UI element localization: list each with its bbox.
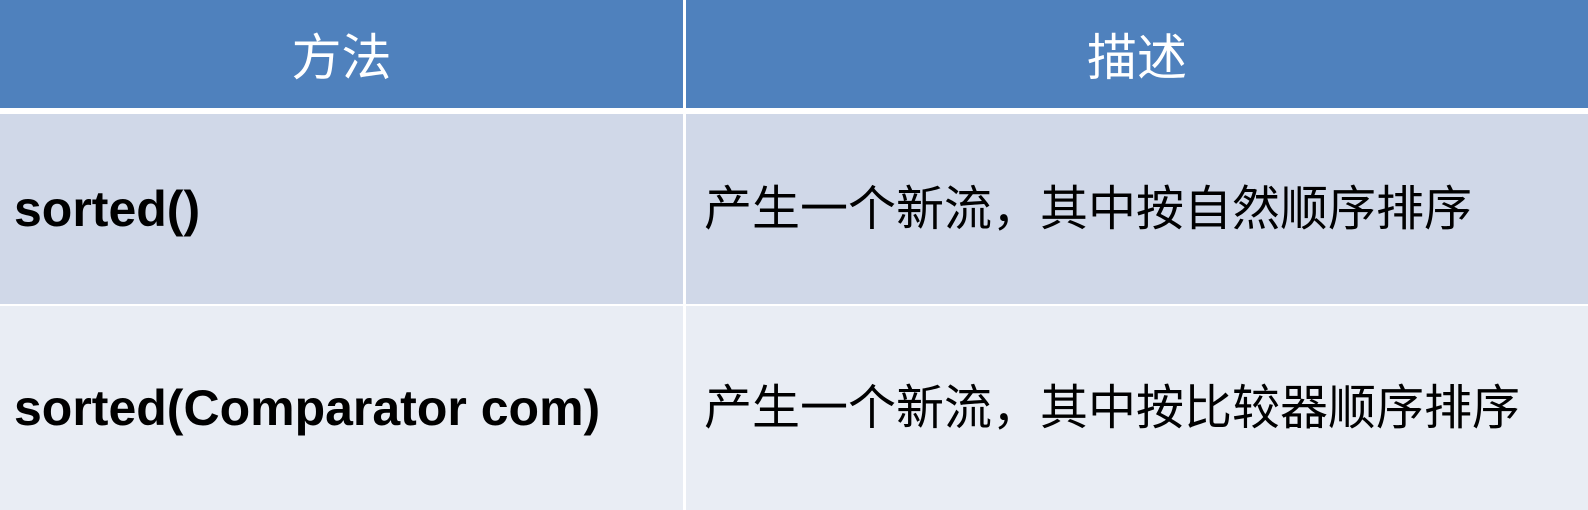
header-description-label: 描述: [1087, 29, 1187, 87]
description-cell: 产生一个新流，其中按自然顺序排序: [704, 181, 1473, 237]
method-cell: sorted(): [14, 181, 201, 237]
header-description: 描述: [686, 0, 1588, 108]
methods-table: 方法 描述 sorted() 产生一个新流，其中按自然顺序排序 sorted(C…: [0, 0, 1588, 510]
header-method-label: 方法: [291, 29, 392, 87]
table-row-1-method: sorted(): [0, 114, 686, 304]
table-row-1-description: 产生一个新流，其中按自然顺序排序: [686, 114, 1588, 304]
table-row-2-description: 产生一个新流，其中按比较器顺序排序: [686, 306, 1588, 510]
header-method: 方法: [0, 0, 686, 108]
description-cell: 产生一个新流，其中按比较器顺序排序: [704, 380, 1521, 436]
table-row-2-method: sorted(Comparator com): [0, 306, 686, 510]
method-cell: sorted(Comparator com): [14, 380, 601, 436]
